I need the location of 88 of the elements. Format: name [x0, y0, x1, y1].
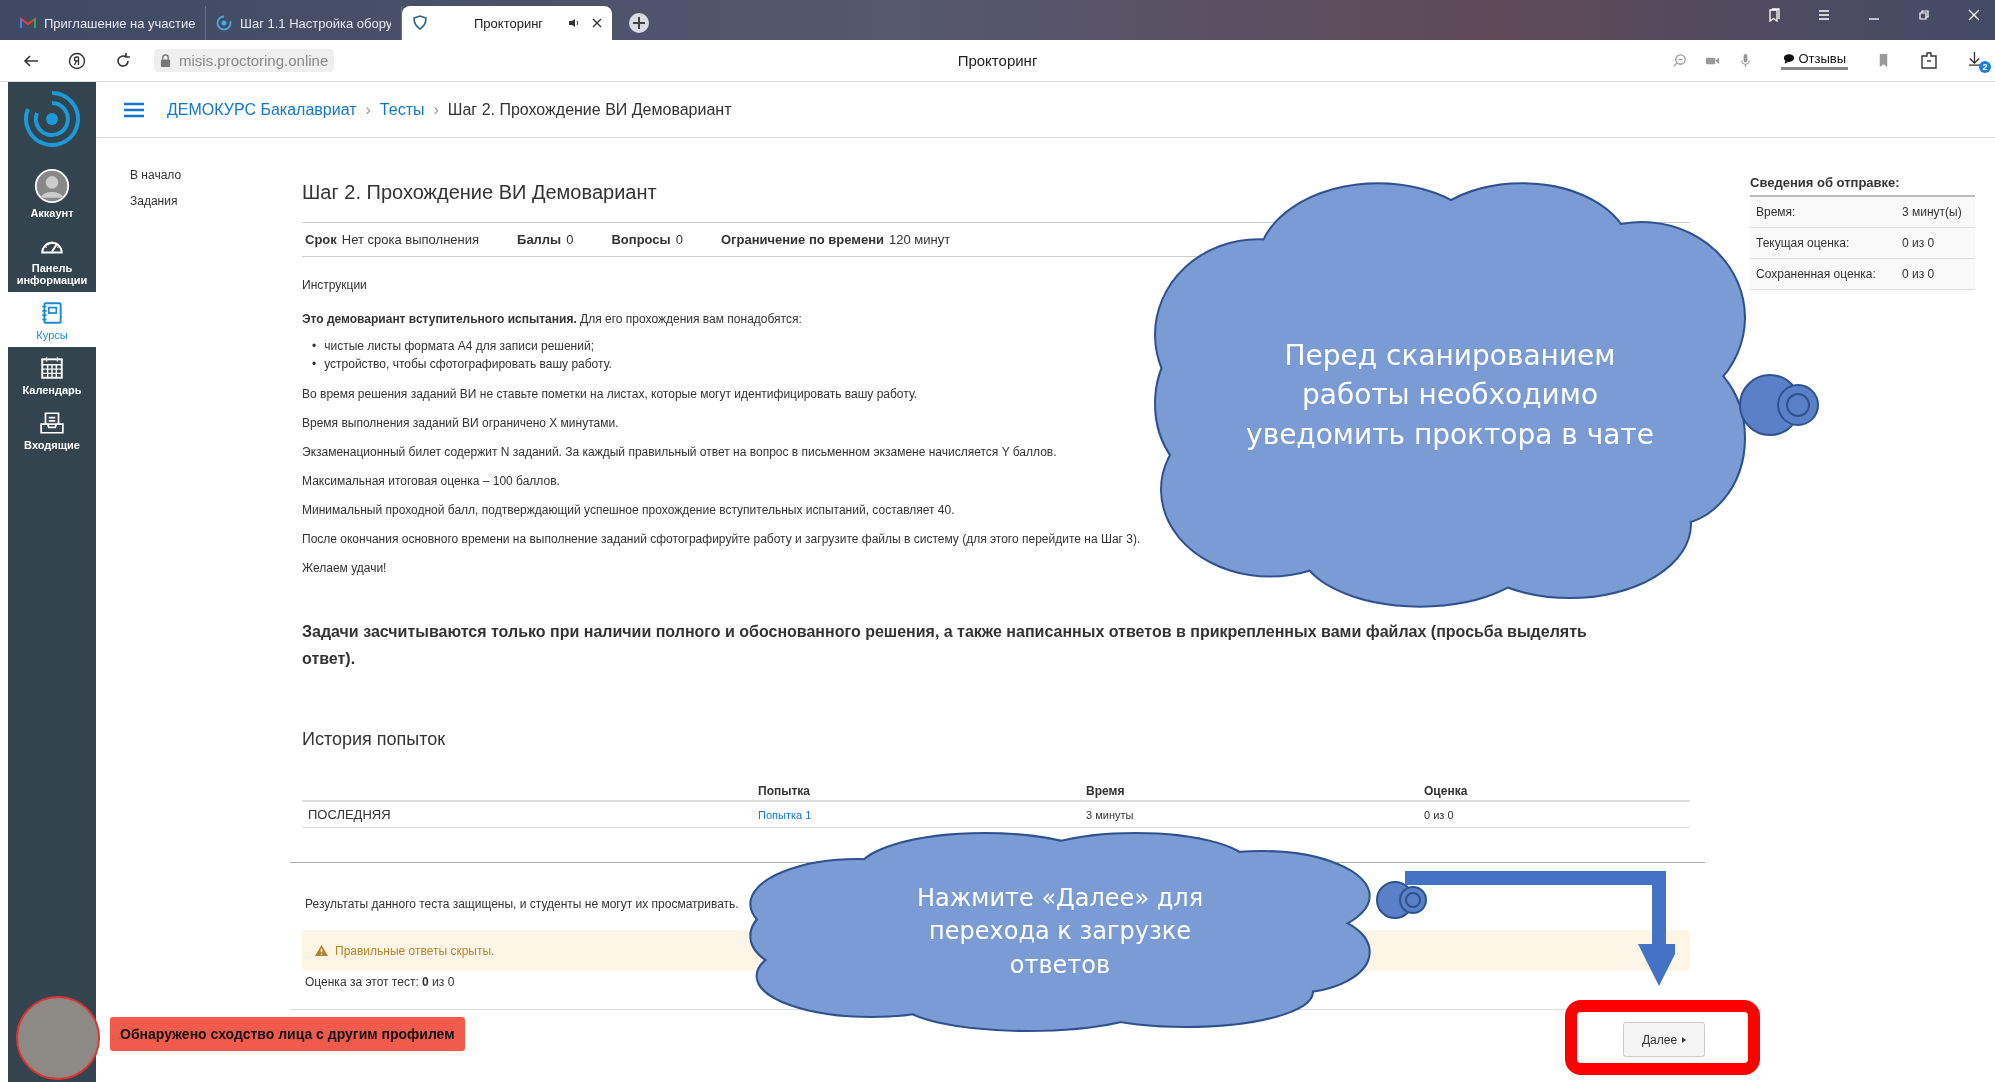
- notice-text: Задачи засчитываются только при наличии полного и обоснованного решения, а также написанных ответов в прикрепленных вами файлах (просьба выделять ответ).: [302, 622, 1588, 669]
- sidebar-item[interactable]: Курсы: [8, 292, 96, 347]
- instruction-text: Экзаменационный билет содержит N заданий. За каждый правильный ответ на вопрос в письменном экзамене начисляется Y баллов.: [302, 444, 1057, 460]
- column-header: Попытка: [752, 776, 1080, 801]
- nav-link[interactable]: В начало: [130, 168, 302, 182]
- browser-logo-icon[interactable]: [68, 51, 86, 70]
- table-cell: 0 из 0: [1418, 801, 1690, 828]
- download-icon: [1967, 50, 1982, 66]
- close-icon[interactable]: [592, 18, 602, 28]
- breadcrumb-separator: ›: [365, 100, 371, 119]
- menu-icon[interactable]: [123, 101, 145, 118]
- column-header: Оценка: [1418, 776, 1690, 801]
- info-value: 3 минут(ы): [1902, 205, 1962, 219]
- reload-icon[interactable]: [114, 51, 132, 70]
- speech-bubble-icon: [1783, 53, 1796, 64]
- instruction-text: Во время решения заданий ВИ не ставьте пометки на листах, которые могут идентифицировать вашу работу.: [302, 386, 918, 402]
- table-cell: ПОСЛЕДНЯЯ: [302, 801, 752, 828]
- bullet-marker: •: [312, 338, 317, 355]
- restore-icon[interactable]: [1917, 8, 1931, 22]
- avatar-icon: [34, 168, 70, 204]
- bullet-item: чистые листы формата А4 для записи решений;: [324, 338, 594, 355]
- detail-label: Вопросы: [611, 232, 671, 247]
- new-tab-icon[interactable]: [628, 12, 650, 34]
- detail-value: 120 минут: [889, 232, 951, 247]
- instruction-text: После окончания основного времени на выполнение заданий сфотографируйте работу и загрузите файлы в систему (для этого перейдите на Шаг 3).: [302, 531, 1141, 547]
- browser-tab[interactable]: Приглашение на участие: [10, 6, 206, 40]
- logo-icon[interactable]: [22, 88, 82, 150]
- detail-value: 0: [566, 232, 574, 247]
- breadcrumb-link[interactable]: Тесты: [379, 100, 425, 119]
- book-icon: [39, 300, 65, 326]
- mail-icon: [20, 15, 36, 31]
- callout-text: Перед сканированием работы необходимо уведомить проктора в чате: [1245, 338, 1655, 453]
- detail-value: 0: [675, 232, 683, 247]
- callout-text: Нажмите «Далее» для перехода к загрузке ответов: [915, 882, 1205, 981]
- caret-icon: [1682, 1036, 1687, 1043]
- lock-icon: [160, 54, 171, 67]
- instruction-text: Желаем удачи!: [302, 560, 387, 576]
- page-title: Прокторинг: [957, 52, 1038, 69]
- info-value: 0 из 0: [1902, 267, 1935, 281]
- info-label: Текущая оценка:: [1756, 236, 1851, 250]
- url-text: misis.proctoring.online: [179, 52, 329, 69]
- search-icon[interactable]: [1672, 53, 1688, 68]
- sidebar-item[interactable]: Календарь: [8, 347, 96, 402]
- nav-link[interactable]: Задания: [130, 194, 302, 208]
- spiral-icon: [216, 15, 232, 31]
- table-cell: 3 минуты: [1080, 801, 1418, 828]
- sidebar-item[interactable]: Входящие: [8, 402, 96, 457]
- info-label: Сохраненная оценка:: [1756, 267, 1877, 281]
- bookmarks-icon[interactable]: [1767, 8, 1781, 22]
- detail-value: Нет срока выполнения: [341, 232, 480, 247]
- intro-text: Это демовариант вступительного испытания. Для его прохождения вам понадобятся:: [302, 311, 802, 327]
- info-value: 0 из 0: [1902, 236, 1935, 250]
- feedback-button[interactable]: Отзывы: [1781, 51, 1848, 70]
- bullet-item: устройство, чтобы сфотографировать вашу работу.: [324, 356, 612, 373]
- downloads-badge: 2: [1979, 60, 1991, 73]
- warning-toast: Обнаружено сходство лица с другим профилем: [110, 1017, 465, 1051]
- extensions-icon[interactable]: [1919, 50, 1939, 71]
- next-button[interactable]: Далее: [1623, 1022, 1705, 1057]
- tab-title: Приглашение на участие: [44, 15, 195, 31]
- sidebar-item[interactable]: Аккаунт: [8, 160, 96, 225]
- instruction-text: Время выполнения заданий ВИ ограничено X минутами.: [302, 415, 619, 431]
- bullet-marker: •: [312, 356, 317, 373]
- shield-icon: [412, 15, 428, 31]
- results-note: Результаты данного теста защищены, и студенты не могут их просматривать.: [304, 896, 739, 912]
- instructions-heading: Инструкции: [302, 277, 367, 293]
- menu-icon[interactable]: [1817, 8, 1831, 22]
- score-text: Оценка за этот тест: 0 из 0: [304, 974, 455, 990]
- column-header: Время: [1080, 776, 1418, 801]
- calendar-icon: [39, 355, 65, 381]
- breadcrumb-separator: ›: [433, 100, 439, 119]
- breadcrumb-link[interactable]: ДЕМОКУРС Бакалавриат: [167, 100, 357, 119]
- browser-tab[interactable]: Прокторинг: [402, 6, 612, 40]
- detail-label: Ограничение по времени: [720, 232, 885, 247]
- info-label: Время:: [1756, 205, 1797, 219]
- alert-text: Правильные ответы скрыты.: [335, 943, 495, 958]
- instruction-text: Максимальная итоговая оценка – 100 баллов.: [302, 473, 560, 489]
- inbox-icon: [39, 410, 65, 436]
- quiz-title: Шаг 2. Прохождение ВИ Демовариант: [302, 180, 658, 205]
- detail-label: Баллы: [517, 232, 562, 247]
- attempt-link[interactable]: Попытка 1: [758, 808, 812, 821]
- breadcrumb-current: Шаг 2. Прохождение ВИ Демовариант: [447, 100, 732, 119]
- warning-icon: [314, 944, 329, 957]
- instruction-text: Минимальный проходной балл, подтверждающий успешное прохождение вступительных испытаний, составляет 40.: [302, 502, 955, 518]
- detail-label: Срок: [305, 232, 337, 247]
- sidebar-item[interactable]: Панель информации: [8, 225, 96, 292]
- tab-title: Прокторинг: [473, 15, 545, 31]
- speaker-icon[interactable]: [568, 18, 580, 28]
- section-heading: История попыток: [302, 728, 447, 751]
